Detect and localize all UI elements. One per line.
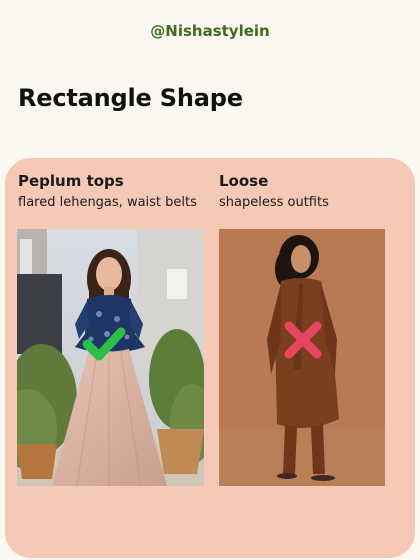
left-subheading: flared lehengas, waist belts [18,195,197,210]
right-heading: Loose [219,172,269,190]
page-title: Rectangle Shape [18,84,243,112]
left-heading: Peplum tops [18,172,124,190]
left-outfit-photo [17,229,204,486]
right-column-header: Loose shapeless outfits [219,172,329,210]
left-column-header: Peplum tops flared lehengas, waist belts [18,172,197,210]
handle-text[interactable]: @Nishastylein [0,22,420,40]
right-outfit-photo [219,229,385,486]
right-subheading: shapeless outfits [219,195,329,210]
